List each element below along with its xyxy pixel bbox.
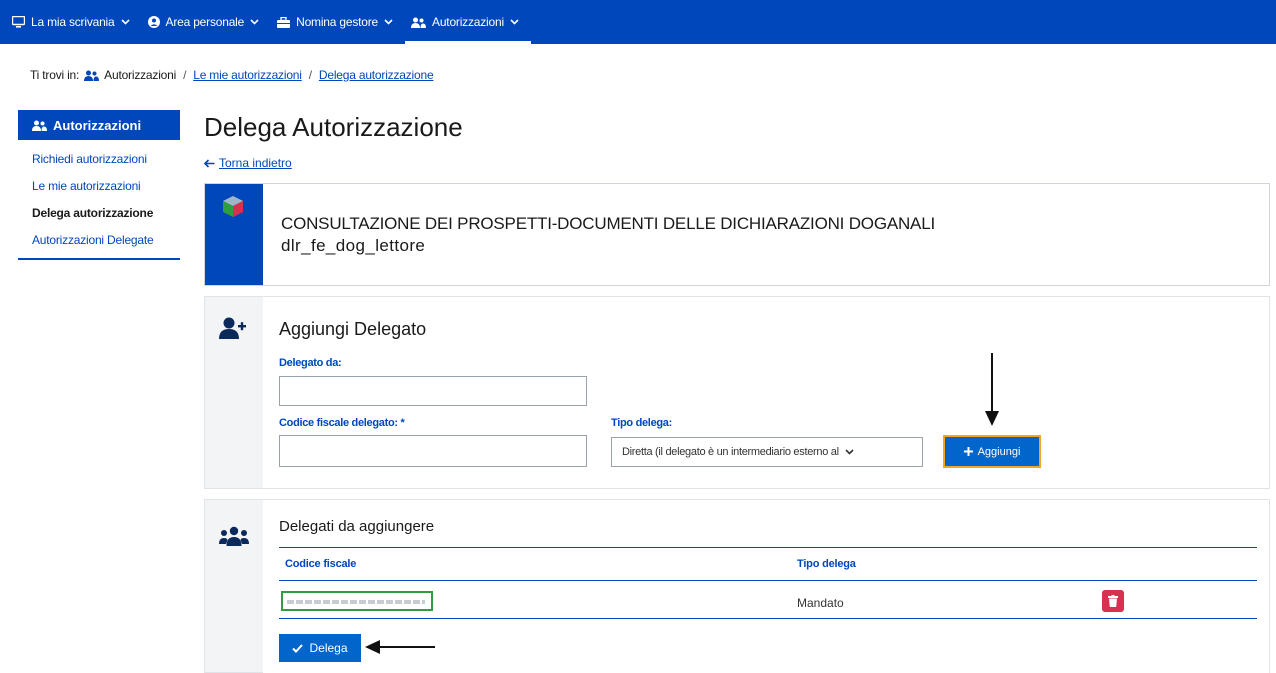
nav-item-la-mia-scrivania[interactable]: La mia scrivania: [6, 0, 142, 44]
delete-row-button[interactable]: [1102, 590, 1124, 612]
fiscal-code-cell: [281, 591, 433, 611]
breadcrumb-le-mie-autorizzazioni[interactable]: Le mie autorizzazioni: [193, 68, 302, 82]
user-plus-icon: [219, 317, 246, 339]
nav-label: Nomina gestore: [296, 15, 379, 29]
add-delegate-title: Aggiungi Delegato: [279, 319, 427, 339]
monitor-icon: [12, 16, 25, 28]
service-card: CONSULTAZIONE DEI PROSPETTI-DOCUMENTI DE…: [204, 183, 1270, 286]
table-bottom-border: [279, 618, 1257, 619]
users-group-icon: [219, 526, 249, 546]
sidebar-header[interactable]: Autorizzazioni: [18, 110, 180, 140]
arrow-left-icon: [204, 158, 215, 168]
add-button-label: Aggiungi: [977, 445, 1021, 458]
table-top-border: [279, 547, 1257, 548]
page-title: Delega Autorizzazione: [204, 112, 463, 142]
chevron-down-icon: [845, 449, 854, 455]
chevron-down-icon: [384, 19, 393, 25]
add-button[interactable]: Aggiungi: [943, 435, 1041, 468]
cube-icon: [223, 196, 243, 217]
breadcrumb-root: Autorizzazioni: [104, 68, 177, 82]
nav-label: Area personale: [165, 15, 245, 29]
delegated-by-label: Delegato da:: [279, 357, 342, 369]
sidebar-item-delega-autorizzazione[interactable]: Delega autorizzazione: [18, 205, 180, 221]
delega-button-label: Delega: [309, 641, 348, 655]
nav-item-autorizzazioni[interactable]: Autorizzazioni: [405, 0, 531, 44]
briefcase-icon: [277, 16, 291, 28]
sidebar-item-richiedi-autorizzazioni[interactable]: Richiedi autorizzazioni: [18, 151, 180, 167]
delegates-list-title: Delegati da aggiungere: [279, 518, 435, 535]
delegates-list-card: Delegati da aggiungere Codice fiscale Ti…: [204, 499, 1270, 673]
delegated-by-field[interactable]: [279, 376, 587, 406]
chevron-down-icon: [120, 19, 130, 25]
delegation-type-selected: Diretta (il delegato è un intermediario …: [622, 446, 839, 458]
column-header-tipo-delega: Tipo delega: [797, 558, 856, 570]
delegation-type-select[interactable]: Diretta (il delegato è un intermediario …: [611, 437, 923, 467]
add-delegate-form: Aggiungi Delegato Delegato da: Codice fi…: [263, 297, 1269, 488]
delegates-list: Delegati da aggiungere Codice fiscale Ti…: [263, 500, 1269, 673]
user-circle-icon: [147, 16, 160, 28]
breadcrumb: Ti trovi in: Autorizzazioni / Le mie aut…: [30, 68, 434, 82]
service-code: dlr_fe_dog_lettore: [281, 236, 426, 255]
delega-button[interactable]: Delega: [279, 634, 361, 662]
sidebar-title: Autorizzazioni: [53, 117, 142, 133]
table-header-border: [279, 580, 1257, 581]
chevron-down-icon: [510, 19, 519, 25]
arrow-down-icon: [985, 353, 999, 426]
redacted-value: [287, 600, 425, 604]
nav-item-nomina-gestore[interactable]: Nomina gestore: [271, 0, 405, 44]
sidebar-item-le-mie-autorizzazioni[interactable]: Le mie autorizzazioni: [18, 178, 180, 194]
users-icon: [84, 70, 100, 81]
back-link[interactable]: Torna indietro: [204, 156, 292, 170]
nav-label: Autorizzazioni: [432, 15, 504, 29]
breadcrumb-prefix: Ti trovi in:: [30, 68, 80, 82]
breadcrumb-separator: /: [183, 68, 187, 82]
breadcrumb-separator: /: [308, 68, 312, 82]
fiscal-code-label: Codice fiscale delegato: *: [279, 417, 405, 429]
check-icon: [292, 643, 304, 653]
delegation-type-label: Tipo delega:: [611, 417, 672, 429]
arrow-left-icon: [365, 640, 435, 654]
breadcrumb-delega-autorizzazione[interactable]: Delega autorizzazione: [319, 68, 434, 82]
back-link-label: Torna indietro: [219, 156, 292, 170]
nav-label: La mia scrivania: [31, 15, 115, 29]
sidebar-item-autorizzazioni-delegate[interactable]: Autorizzazioni Delegate: [18, 232, 180, 248]
nav-item-area-personale[interactable]: Area personale: [142, 0, 272, 44]
column-header-codice-fiscale: Codice fiscale: [285, 558, 357, 570]
sidebar-divider: [18, 258, 180, 260]
chevron-down-icon: [250, 19, 259, 25]
trash-icon: [1108, 595, 1118, 607]
users-icon: [32, 120, 47, 131]
plus-icon: [963, 447, 973, 456]
fiscal-code-field[interactable]: [279, 435, 587, 467]
users-icon: [411, 17, 427, 28]
sidebar: Autorizzazioni Richiedi autorizzazioni L…: [18, 110, 180, 260]
delegation-type-cell: Mandato: [797, 596, 844, 610]
service-name: CONSULTAZIONE DEI PROSPETTI-DOCUMENTI DE…: [281, 214, 935, 233]
add-delegate-card: Aggiungi Delegato Delegato da: Codice fi…: [204, 296, 1270, 489]
top-navigation-bar: La mia scrivania Area personale Nomina g…: [0, 0, 1276, 44]
